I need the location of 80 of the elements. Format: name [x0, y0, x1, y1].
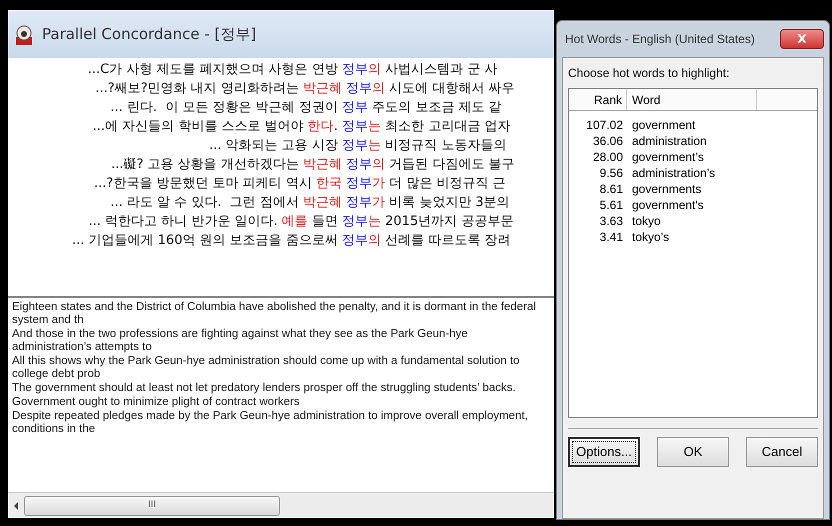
concordance-text: 비정규직 노동자들의 — [384, 137, 506, 155]
concordance-text: 가 — [372, 194, 385, 212]
concordance-text: 최소한 고리대금 업자 — [384, 118, 510, 136]
dialog-button[interactable]: OK — [657, 437, 729, 467]
dialog-button[interactable]: Options... — [568, 437, 640, 467]
concordance-text: 정부 — [346, 80, 372, 98]
word-cell-text: administration’s — [631, 165, 716, 181]
rank-cell-text: 107.02 — [585, 117, 624, 133]
word-cell-text: government’s — [631, 149, 704, 165]
translation-line: Government ought to minimize plight of contract workers — [12, 396, 301, 409]
word-cell-text: governments — [631, 181, 702, 197]
concordance-text: 는 — [368, 213, 381, 231]
concordance-text: 시도에 대항해서 싸우 — [388, 80, 514, 98]
word-cell-text: tokyo’s — [631, 229, 670, 245]
concordance-text: 박근혜 — [303, 80, 342, 98]
rank-cell-text: 3.63 — [598, 213, 624, 229]
concordance-text: ... 럭한다고 하니 반가운 일이다. — [88, 213, 279, 231]
concordance-text: 는 — [368, 137, 381, 155]
concordance-text: 한다 — [308, 118, 334, 136]
concordance-text: 박근혜 — [303, 156, 342, 174]
translation-line: All this shows why the Park Geun-hye administration should come up with a fundamental solution to college debt prob — [12, 355, 521, 381]
concordance-text: 정부 — [342, 118, 368, 136]
concordance-text: 정부 — [346, 156, 372, 174]
concordance-text: 주도의 보조금 제도 같 — [371, 99, 502, 117]
concordance-text: 비록 늦었지만 3분의 — [388, 194, 510, 212]
concordance-text: ...C가 사형 제도를 폐지했으며 사형은 연방 — [88, 61, 339, 79]
prompt-label: Choose hot words to highlight: — [568, 65, 730, 82]
app-icon — [14, 23, 34, 45]
concordance-text: 가 — [372, 175, 385, 193]
word-cell-text: administration — [631, 133, 707, 149]
translation-line: Despite repeated pledges made by the Park Geun-hye administration to improve overall employment, conditions in the — [12, 410, 529, 436]
concordance-text: ... 린다. 이 모든 정황은 박근혜 정권이 — [110, 99, 339, 117]
concordance-text: 정부 — [346, 175, 372, 193]
concordance-text: ...?한국을 방문했던 토마 피케티 역시 — [94, 175, 313, 193]
rank-cell-text: 36.06 — [592, 133, 624, 149]
rank-cell-text: 3.41 — [598, 229, 624, 245]
concordance-text: 정부 — [342, 99, 368, 117]
rank-cell-text: 8.61 — [598, 181, 624, 197]
dialog-title: Hot Words - English (United States) — [564, 31, 755, 48]
word-cell-text: government's — [631, 197, 704, 213]
concordance-text: 정부 — [342, 61, 368, 79]
concordance-text: 의 — [372, 156, 385, 174]
rank-cell-text: 9.56 — [598, 165, 624, 181]
translation-line: The government should at least not let predatory lenders prosper off the struggling students’ backs. — [12, 382, 517, 395]
concordance-text: 한국 — [316, 175, 342, 193]
concordance-text: 들면 — [310, 213, 339, 231]
concordance-text: 정부 — [342, 213, 368, 231]
concordance-text: 선례를 따르도록 장려 — [384, 232, 510, 250]
column-header[interactable]: Word — [627, 89, 757, 110]
concordance-text: 예를 — [282, 213, 308, 231]
concordance-text: 정부 — [342, 137, 368, 155]
scroll-left-icon[interactable] — [12, 500, 20, 510]
concordance-text: ...礙? 고용 상황을 개선하겠다는 — [111, 156, 300, 174]
concordance-text: 더 많은 비정규직 근 — [388, 175, 506, 193]
concordance-text: 정부 — [342, 232, 368, 250]
concordance-text: 의 — [368, 61, 381, 79]
concordance-text: 의 — [368, 232, 381, 250]
rank-cell-text: 5.61 — [598, 197, 624, 213]
concordance-text: ... 기업들에게 160억 원의 보조금을 줌으로써 — [72, 232, 339, 250]
concordance-text: 사법시스템과 군 사 — [384, 61, 498, 79]
concordance-text: 박근혜 — [303, 194, 342, 212]
window-title: Parallel Concordance - [정부] — [42, 24, 256, 45]
translation-line: Eighteen states and the District of Columbia have abolished the penalty, and it is dormant in the federal system and th — [12, 301, 537, 327]
rank-cell-text: 28.00 — [592, 149, 624, 165]
word-cell-text: government — [631, 117, 696, 133]
concordance-text: 정부 — [346, 194, 372, 212]
concordance-text: 는 — [368, 118, 381, 136]
concordance-text: 의 — [372, 80, 385, 98]
concordance-text: ... 라도 알 수 있다. 그런 점에서 — [110, 194, 300, 212]
concordance-text: 2015년까지 공공부문 — [384, 213, 514, 231]
column-header[interactable]: Rank — [569, 89, 627, 110]
dialog-button[interactable]: Cancel — [746, 437, 818, 467]
translation-line: And those in the two professions are fighting against what they see as the Park Geun-hye administration’s attempts to — [12, 328, 469, 354]
concordance-text: ...에 자신들의 학비를 스스로 벌어야 — [92, 118, 305, 136]
word-cell-text: tokyo — [631, 213, 661, 229]
concordance-text: ... 악화되는 고용 시장 — [209, 137, 339, 155]
concordance-text: 거듭된 다짐에도 불구 — [388, 156, 514, 174]
concordance-text: . — [334, 118, 339, 136]
scroll-thumb[interactable]: III — [24, 496, 280, 516]
concordance-text: ...?쌔보?민영화 내지 영리화하려는 — [95, 80, 300, 98]
